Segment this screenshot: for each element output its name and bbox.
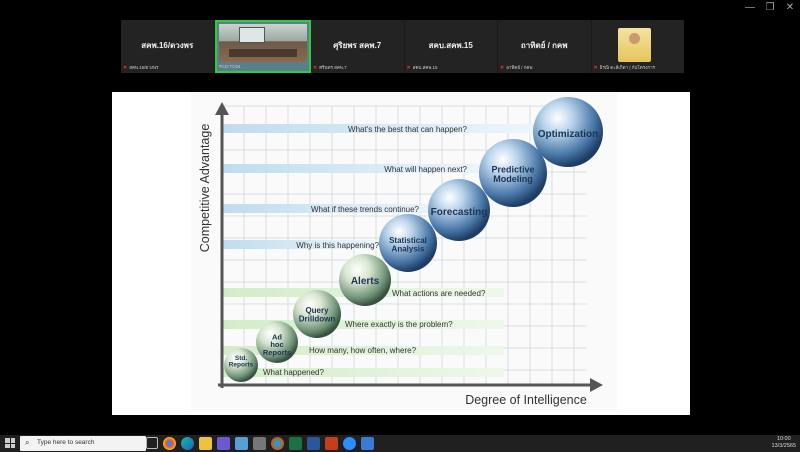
search-placeholder: Type here to search [37, 439, 95, 446]
participant-label: ✕ ธิรณิ ตะลีเกิดา | กับโครงการ [593, 65, 656, 71]
mic-muted-icon: ✕ [500, 65, 505, 71]
analytics-diagram: What's the best that can happen? What wi… [191, 92, 617, 411]
sphere-forecasting: Forecasting [428, 179, 490, 241]
powerpoint-icon[interactable] [325, 437, 338, 450]
chrome-icon[interactable] [163, 437, 176, 450]
question-label: What will happen next? [384, 165, 467, 174]
sphere-optimization: Optimization [533, 97, 603, 167]
participant-tile[interactable]: ศุริยพร สคพ.7 ✕ ศรีนทร สคพ.7 [311, 20, 405, 73]
mic-muted-icon: ✕ [123, 65, 128, 71]
participant-name: สคบ.สคพ.15 [428, 41, 473, 50]
profile-photo [617, 28, 651, 62]
question-label: What's the best that can happen? [348, 125, 467, 134]
sphere-query-drilldown: Query Drilldown [293, 290, 341, 338]
svg-text:StatisticalAnalysis: Statistical Analysis [389, 236, 427, 253]
question-label: What if these trends continue? [311, 205, 420, 214]
question-label: How many, how often, where? [309, 346, 417, 355]
sphere-statistical-analysis: Statistical Analysis [379, 214, 437, 272]
mail-icon[interactable] [235, 437, 248, 450]
taskbar: ⌕ Type here to search 10:00 13/3/2565 [0, 435, 800, 452]
participant-name: ศุริยพร สคพ.7 [333, 41, 382, 50]
question-label: Why is this happening? [296, 241, 379, 250]
participant-label: ✕ สคพ.16/ดวงพร [123, 65, 159, 71]
edge-icon[interactable] [181, 437, 194, 450]
maximize-button[interactable]: ❐ [760, 0, 780, 16]
video-feed [218, 24, 307, 62]
taskbar-apps [146, 437, 374, 450]
participant-strip: สคพ.16/ดวงพร ✕ สคพ.16/ดวงพร PCD-TC04 ศุริ… [121, 20, 684, 73]
participant-label: ✕ อาทิตย์ / กคพ [500, 65, 533, 71]
zoom-icon[interactable] [343, 437, 356, 450]
y-axis-label: Competitive Advantage [198, 124, 212, 253]
spheres: Std. Reports Ad hoc Reports Query Drilldown … [224, 97, 603, 382]
system-clock[interactable]: 10:00 13/3/2565 [772, 436, 796, 450]
question-label: What actions are needed? [392, 289, 486, 298]
search-icon: ⌕ [25, 438, 30, 447]
word-icon[interactable] [307, 437, 320, 450]
sphere-std-reports: Std. Reports [224, 348, 258, 382]
clock-time: 10:00 [776, 436, 791, 442]
sphere-predictive-modeling: Predictive Modeling [479, 139, 547, 207]
mic-muted-icon: ✕ [406, 65, 411, 71]
participant-tile[interactable]: ถาทิตย์ / กคพ ✕ อาทิตย์ / กคพ [498, 20, 592, 73]
minimize-button[interactable]: — [740, 0, 760, 16]
diagram-svg: What's the best that can happen? What wi… [198, 97, 603, 407]
calculator-icon[interactable] [253, 437, 266, 450]
taskbar-search-box[interactable]: ⌕ Type here to search [20, 436, 146, 451]
window-controls: — ❐ ✕ [740, 0, 800, 16]
excel-icon[interactable] [289, 437, 302, 450]
participant-name: สคพ.16/ดวงพร [141, 41, 194, 50]
svg-text:Optimization: Optimization [538, 129, 599, 140]
mic-muted-icon: ✕ [593, 65, 598, 71]
sphere-alerts: Alerts [339, 254, 391, 306]
task-view-icon[interactable] [146, 437, 158, 449]
participant-tile-active[interactable]: PCD-TC04 [214, 20, 311, 73]
participant-label: ✕ สคบ.สคพ.15 [406, 65, 438, 71]
close-button[interactable]: ✕ [780, 0, 800, 16]
participant-tile[interactable]: สคบ.สคพ.15 ✕ สคบ.สคพ.15 [404, 20, 498, 73]
participant-tile[interactable]: ✕ ธิรณิ ตะลีเกิดา | กับโครงการ [591, 20, 684, 73]
store-icon[interactable] [217, 437, 230, 450]
clock-date: 13/3/2565 [771, 443, 796, 449]
windows-start-icon[interactable] [5, 438, 15, 448]
participant-name: ถาทิตย์ / กคพ [520, 41, 568, 50]
file-explorer-icon[interactable] [199, 437, 212, 450]
mic-muted-icon: ✕ [313, 65, 318, 71]
x-axis-label: Degree of Intelligence [465, 393, 587, 407]
participant-tile[interactable]: สคพ.16/ดวงพร ✕ สคพ.16/ดวงพร [121, 20, 215, 73]
participant-label: ✕ ศรีนทร สคพ.7 [313, 65, 347, 71]
participant-label: PCD-TC04 [218, 64, 241, 69]
app-icon[interactable] [361, 437, 374, 450]
question-label: Where exactly is the problem? [345, 320, 453, 329]
chrome-app-icon[interactable] [271, 437, 284, 450]
svg-text:Forecasting: Forecasting [431, 207, 488, 218]
svg-text:Alerts: Alerts [351, 276, 380, 287]
svg-text:PredictiveModeling: Predictive Modeling [491, 165, 534, 184]
sphere-ad-hoc-reports: Ad hoc Reports [256, 321, 298, 363]
question-label: What happened? [263, 368, 324, 377]
